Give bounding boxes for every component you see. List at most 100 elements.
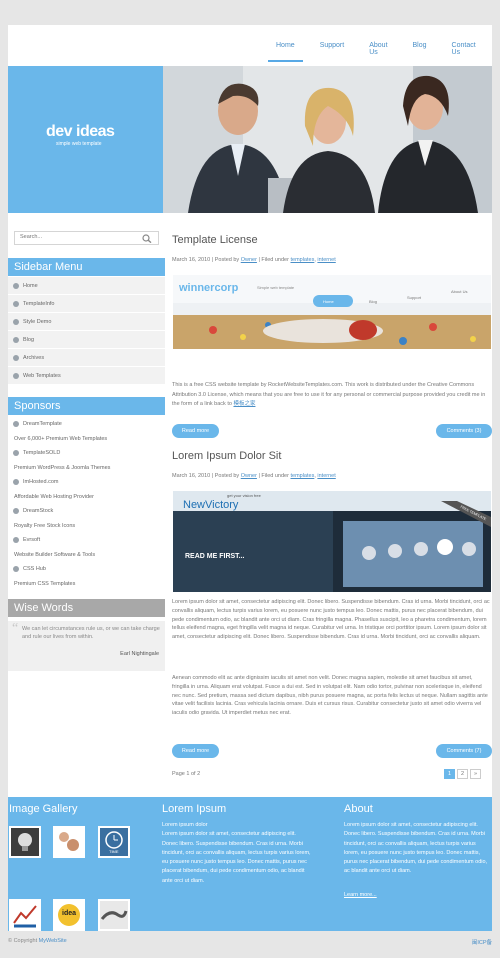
post-body: Lorem ipsum dolor sit amet, consectetur … [172,599,490,641]
post-author-prefix: Posted by [214,257,240,263]
search-icon[interactable] [142,234,152,243]
copyright-prefix: © Copyright [8,938,38,944]
bullet-icon [13,283,19,289]
page-button-2[interactable]: 2 [457,769,468,779]
bullet-icon [13,566,19,572]
post-author-link[interactable]: Owner [241,473,257,479]
image-nav-blog: Blog [369,299,378,304]
post-body-text: This is a free CSS website template by R… [172,382,486,407]
logo-title: dev ideas [46,123,115,140]
copyright: © Copyright MyWebSite [8,938,67,944]
post-title[interactable]: Lorem Ipsum Dolor Sit [172,450,281,462]
page-container: Home Support About Us Blog Contact Us de… [8,25,492,931]
page-button-1[interactable]: 1 [444,769,455,779]
post-image: NewVictory get your vision free READ ME … [173,491,491,592]
pagination: 1 2 » [444,769,481,779]
sidebar-item-archives[interactable]: Archives [8,349,165,367]
sponsor-name: CSS Hub [23,566,46,572]
search-input[interactable] [15,232,135,242]
gallery-thumb[interactable] [98,899,130,931]
read-more-button[interactable]: Read more [172,744,219,758]
sponsor-link[interactable]: DreamStock [8,504,165,519]
hands-icon [59,832,79,851]
nav-contact-us[interactable]: Contact Us [444,42,484,62]
lorem-text: Lorem ipsum dolor Lorem ipsum dolor sit … [162,822,311,884]
read-more-button[interactable]: Read more [172,424,219,438]
image-brand: winnercorp [179,282,239,294]
post-filed-prefix: Filed under [261,257,289,263]
bullet-icon [13,508,19,514]
thumb-label: TIME [109,849,119,854]
sponsor-link[interactable]: DreamTemplate [8,417,165,432]
sidebar-item-label: TemplateInfo [23,301,55,307]
image-headline: READ ME FIRST... [185,553,245,560]
post-category-link[interactable]: internet [317,473,335,479]
nav-blog[interactable]: Blog [405,42,435,62]
gallery-heading: Image Gallery [9,803,78,815]
wise-words-heading: Wise Words [8,599,165,617]
next-page-button[interactable]: » [470,769,481,779]
bullet-icon [13,421,19,427]
gallery-thumb[interactable] [9,826,41,858]
image-nav-about: About Us [451,289,468,294]
post-meta: March 16, 2010 | Posted by Owner | Filed… [172,257,336,263]
comments-button[interactable]: Comments (7) [436,744,492,758]
gallery-thumb[interactable]: TIME [98,826,130,858]
sponsor-desc: Website Builder Software & Tools [14,551,96,558]
quote-mark-icon: “ [12,621,19,636]
quote-block: “ We can let circumstances rule us, or w… [8,621,165,671]
post-category-link[interactable]: templates [290,257,314,263]
post-filed-prefix: Filed under [261,473,289,479]
bullet-icon [13,537,19,543]
sponsor-link[interactable]: Evrsoft [8,533,165,548]
comments-button[interactable]: Comments (3) [436,424,492,438]
pager-info: Page 1 of 2 [172,771,201,777]
icp-link[interactable]: 闽ICP备 [472,938,492,946]
sidebar-menu-heading: Sidebar Menu [8,258,165,276]
post-body: Aenean commodo elit ac ante dignissim ia… [172,675,488,717]
post-body: This is a free CSS website template by R… [172,381,490,410]
quote-text: We can let circumstances rule us, or we … [22,626,160,640]
thumb-label: idea [62,910,77,917]
sidebar-item-templateinfo[interactable]: TemplateInfo [8,295,165,313]
footer: Image Gallery TIME idea Lorem Ipsum Lore… [8,797,492,931]
sidebar-item-style-demo[interactable]: Style Demo [8,313,165,331]
bullet-icon [13,337,19,343]
sidebar-item-web-templates[interactable]: Web Templates [8,367,165,385]
post-category-link[interactable]: templates [290,473,314,479]
sidebar-item-label: Archives [23,355,45,361]
sponsor-link[interactable]: TemplateSOLD [8,446,165,461]
image-brand: NewVictory [183,499,239,511]
nav-home[interactable]: Home [268,42,303,62]
post-image: winnercorp Simple web template Home Blog… [173,275,491,349]
sponsor-name: ImHosted.com [23,479,59,485]
post-title[interactable]: Template License [172,234,258,246]
nav-about-us[interactable]: About Us [361,42,395,62]
quote-author: Earl Nightingale [120,651,159,657]
handshake-icon [100,910,128,920]
learn-more-link[interactable]: Learn more... [344,891,377,900]
gallery-thumb[interactable] [9,899,41,931]
sidebar-item-blog[interactable]: Blog [8,331,165,349]
sponsor-link[interactable]: CSS Hub [8,562,165,577]
post-author-prefix: Posted by [214,473,240,479]
hero-photo [163,66,492,213]
post-category-link[interactable]: internet [317,257,335,263]
about-text: Lorem ipsum dolor sit amet, consectetur … [344,822,488,875]
sponsor-link[interactable]: ImHosted.com [8,475,165,490]
sponsor-desc: Premium WordPress & Joomla Themes [14,464,111,471]
image-tagline: get your vision free [227,493,261,498]
image-nav-support: Support [407,295,422,300]
about-heading: About [344,803,373,815]
post-body-link[interactable]: 模板之家 [233,401,255,407]
sponsor-desc: Premium CSS Templates [14,580,76,587]
post-author-link[interactable]: Owner [241,257,257,263]
gallery-thumb[interactable]: idea [53,899,85,931]
search-box [14,231,159,245]
gallery-thumb[interactable] [53,826,85,858]
sidebar-item-home[interactable]: Home [8,277,165,295]
logo-box[interactable]: dev ideas simple web template [8,66,163,213]
nav-support[interactable]: Support [312,42,353,62]
post-date: March 16, 2010 [172,473,211,479]
copyright-link[interactable]: MyWebSite [39,938,67,944]
